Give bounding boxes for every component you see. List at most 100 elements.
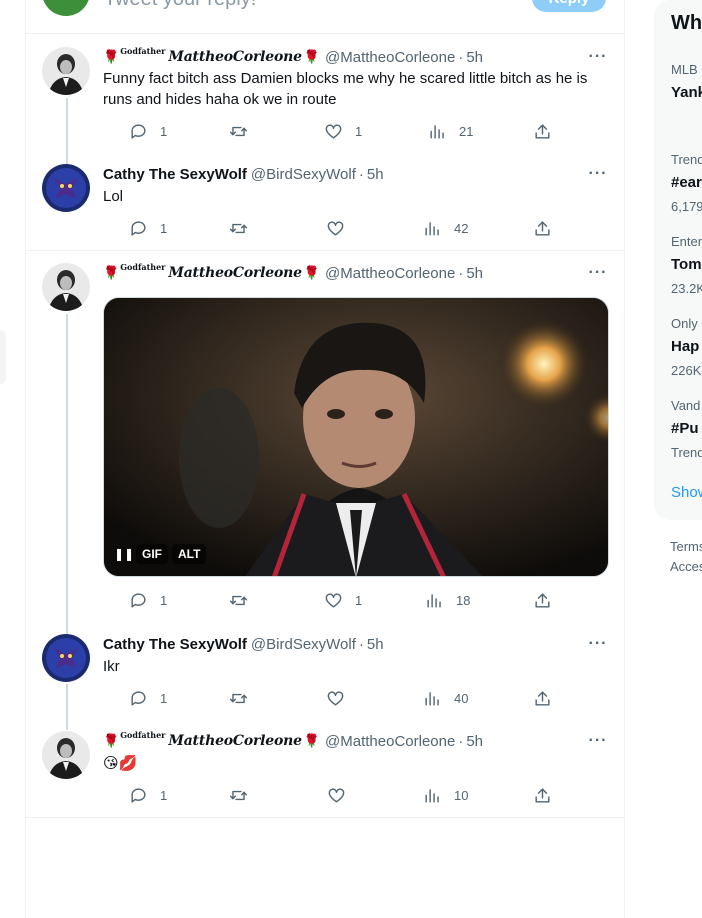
tweet-actions: 1 10 — [103, 785, 550, 805]
retweet-action[interactable] — [229, 218, 260, 238]
reply-count: 1 — [160, 220, 168, 236]
retweet-action[interactable] — [229, 590, 260, 610]
views-icon — [425, 221, 439, 236]
handle[interactable]: @BirdSexyWolf — [251, 166, 356, 183]
view-count: 18 — [456, 592, 471, 608]
views-action[interactable]: 18 — [425, 590, 470, 610]
reply-icon — [131, 787, 146, 803]
share-icon — [535, 592, 550, 608]
display-name[interactable]: MattheoCorleone — [168, 733, 302, 749]
more-options-icon[interactable]: ··· — [588, 731, 608, 751]
trend-item[interactable]: Trend #ear 6,179 — [671, 152, 702, 214]
more-options-icon[interactable]: ··· — [588, 47, 608, 67]
view-count: 10 — [454, 787, 469, 803]
footer-link-accessibility[interactable]: Acces — [670, 559, 702, 574]
like-action[interactable] — [327, 785, 358, 805]
avatar[interactable] — [42, 634, 90, 682]
timestamp[interactable]: 5h — [466, 733, 483, 750]
timestamp[interactable]: 5h — [466, 49, 483, 66]
retweet-action[interactable] — [229, 785, 260, 805]
reply-input[interactable]: Tweet your reply! — [104, 0, 256, 11]
gif-image — [104, 298, 608, 576]
trend-context: Trend — [671, 152, 702, 167]
more-options-icon[interactable]: ··· — [588, 634, 608, 654]
views-action[interactable]: 42 — [423, 218, 468, 238]
tweet-text: 😘💋 — [103, 755, 138, 772]
views-action[interactable]: 10 — [423, 785, 468, 805]
handle[interactable]: @MattheoCorleone — [325, 733, 455, 750]
trend-item[interactable]: Only Hap 226K — [671, 316, 701, 378]
like-action[interactable]: 1 — [324, 590, 362, 610]
reply-icon — [131, 690, 146, 706]
retweet-action[interactable] — [229, 688, 260, 708]
timestamp[interactable]: 5h — [367, 636, 384, 653]
share-action[interactable] — [533, 121, 552, 141]
avatar[interactable] — [42, 47, 90, 95]
timestamp[interactable]: 5h — [466, 265, 483, 282]
reply-action[interactable]: 1 — [129, 218, 167, 238]
reply-button[interactable]: Reply — [532, 0, 606, 12]
name-prefix: Godfather — [120, 46, 166, 56]
more-options-icon[interactable]: ··· — [588, 164, 608, 184]
tweet-actions: 1 40 — [103, 688, 550, 708]
tweet-header: Cathy The SexyWolf @BirdSexyWolf · 5h — [103, 634, 384, 654]
trend-item[interactable]: Vand #Pu Trend — [671, 398, 702, 460]
trend-context: Enter — [671, 234, 702, 249]
reply-count: 1 — [160, 787, 168, 803]
handle[interactable]: @BirdSexyWolf — [251, 636, 356, 653]
rose-icon: 🌹 — [103, 265, 120, 280]
avatar[interactable] — [42, 164, 90, 212]
views-action[interactable]: 40 — [423, 688, 468, 708]
tweet-actions: 1 1 21 — [103, 121, 550, 141]
more-options-icon[interactable]: ··· — [588, 263, 608, 283]
heart-icon — [325, 123, 342, 139]
rose-icon: 🌹 — [303, 265, 321, 280]
display-name[interactable]: MattheoCorleone — [168, 265, 302, 281]
timestamp[interactable]: 5h — [367, 166, 384, 183]
reply-action[interactable]: 1 — [129, 121, 167, 141]
tweet-actions: 1 1 18 — [103, 590, 550, 610]
trends-title: Wh — [671, 12, 702, 34]
share-action[interactable] — [533, 218, 552, 238]
display-name[interactable]: Cathy The SexyWolf — [103, 166, 247, 183]
heart-icon — [328, 787, 345, 803]
trend-item[interactable]: Enter Tom 23.2K — [671, 234, 702, 296]
display-name[interactable]: Cathy The SexyWolf — [103, 636, 247, 653]
rose-icon: 🌹 — [103, 733, 120, 748]
footer-link-terms[interactable]: Terms — [670, 539, 702, 554]
rose-icon: 🌹 — [303, 733, 321, 748]
share-icon — [535, 220, 550, 236]
tweet-actions: 1 42 — [103, 218, 550, 238]
pause-icon[interactable]: ❚❚ — [114, 544, 134, 564]
reply-action[interactable]: 1 — [129, 688, 167, 708]
share-action[interactable] — [533, 785, 552, 805]
display-name[interactable]: MattheoCorleone — [168, 49, 302, 65]
avatar[interactable] — [42, 263, 90, 311]
like-action[interactable] — [326, 218, 357, 238]
share-action[interactable] — [533, 688, 552, 708]
handle[interactable]: @MattheoCorleone — [325, 265, 455, 282]
like-action[interactable] — [326, 688, 357, 708]
avatar[interactable] — [42, 731, 90, 779]
separator-dot: · — [358, 635, 364, 653]
share-action[interactable] — [533, 590, 552, 610]
reply-count: 1 — [160, 592, 168, 608]
separator-dot: · — [458, 48, 464, 66]
alt-button[interactable]: ALT — [172, 544, 207, 564]
like-action[interactable]: 1 — [324, 121, 362, 141]
show-more-link[interactable]: Show — [671, 484, 702, 501]
thread-line — [66, 314, 68, 634]
tweet-text: Funny fact bitch ass Damien blocks me wh… — [103, 70, 588, 108]
views-icon — [425, 691, 439, 706]
trend-name: Hap — [671, 338, 700, 355]
reply-action[interactable]: 1 — [129, 590, 167, 610]
thread-line — [66, 98, 68, 164]
views-action[interactable]: 21 — [428, 121, 473, 141]
reply-composer: Tweet your reply! Reply — [26, 0, 624, 34]
share-icon — [535, 123, 550, 139]
retweet-action[interactable] — [229, 121, 260, 141]
trend-item[interactable]: MLB Yank — [671, 62, 702, 104]
gif-media[interactable]: ❚❚ GIF ALT — [103, 297, 609, 577]
reply-action[interactable]: 1 — [129, 785, 167, 805]
handle[interactable]: @MattheoCorleone — [325, 49, 455, 66]
